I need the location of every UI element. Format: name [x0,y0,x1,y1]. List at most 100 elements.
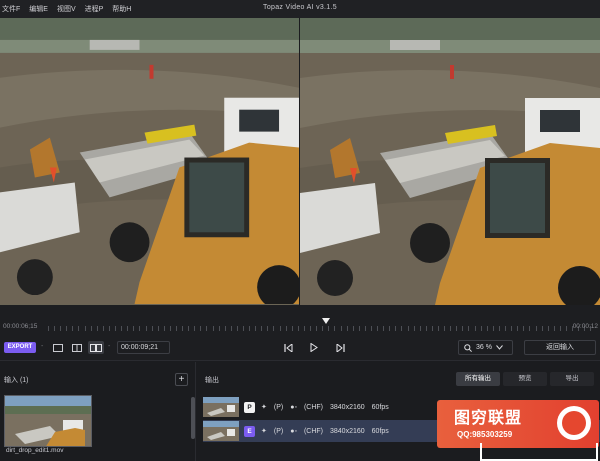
ruler-tick [212,326,214,331]
ruler-tick [565,326,567,331]
ruler-tick [559,326,561,331]
output-resolution: 3840x2160 [330,427,365,435]
ruler-tick [285,326,287,331]
ruler-tick [249,326,251,331]
codec-icon: ●◦ [290,427,297,435]
output-resolution: 3840x2160 [330,403,365,411]
ruler-tick [127,326,129,331]
ruler-tick [66,326,68,331]
side-by-side-icon [90,343,102,352]
single-view-button[interactable] [50,341,66,354]
ruler-tick [401,326,403,331]
zoom-icon [464,343,472,352]
export-badge: E [244,425,255,437]
ruler-tick [133,326,135,331]
ruler-tick [48,326,49,331]
ruler-tick [78,326,80,331]
ruler-tick [224,326,226,331]
app-window: 文件F 编辑E 视图V 进程P 帮助H Topaz Video AI v3.1.… [0,0,600,461]
play-button[interactable] [307,341,321,354]
ruler-tick [395,326,397,331]
ruler-tick [108,326,110,331]
ruler-tick [358,326,360,331]
output-thumbnail [203,421,239,441]
step-back-icon [283,343,292,352]
ruler-tick [267,326,269,331]
ruler-tick [511,326,513,331]
ruler-tick [310,326,312,331]
ruler-tick [194,326,196,331]
ruler-tick [261,326,263,331]
ruler-tick [72,326,74,331]
prev-frame-button[interactable] [281,341,295,354]
ruler-tick [328,326,330,331]
output-tabs: 所有输出 预览 导出 [453,372,594,386]
output-model: (P) [273,403,284,411]
ruler-tick [364,326,366,331]
ruler-tick [346,326,348,331]
input-scrollbar[interactable] [191,397,195,439]
ruler-tick [182,326,184,331]
ruler-tick [370,326,372,331]
tab-export[interactable]: 导出 [550,372,594,386]
ruler-tick [377,326,379,331]
ruler-tick [407,326,409,331]
ruler-tick [334,326,336,331]
input-thumbnail[interactable] [4,395,92,447]
watermark-banner: 图穷联盟 QQ:985303259 [437,400,599,448]
tab-preview[interactable]: 预览 [503,372,547,386]
ruler-tick [151,326,153,331]
model-icon: ✦ [261,404,267,411]
timeline-end-time: 00:00:12 [572,323,598,330]
separator: - [41,343,44,350]
ruler-tick [316,326,318,331]
ruler-tick [547,326,549,331]
step-forward-icon [336,343,345,352]
ruler-tick [218,326,220,331]
ruler-tick [431,326,433,331]
preview-area [0,18,600,305]
ruler-tick [206,326,208,331]
ruler-tick [188,326,190,331]
ruler-tick [486,326,488,331]
ruler-tick [498,326,500,331]
ruler-tick [157,326,159,331]
ruler-tick [322,326,324,331]
ruler-tick [90,326,92,331]
video-frame-original [0,18,299,305]
original-preview[interactable] [0,18,300,305]
output-fps: 60fps [371,427,389,435]
input-panel: 输入 (1) + dirt_drop_edit1.mov [0,362,196,461]
add-input-button[interactable]: + [175,373,188,386]
ruler-tick [96,326,98,331]
ruler-tick [139,326,141,331]
enhanced-preview[interactable] [300,18,600,305]
ruler-tick [541,326,543,331]
next-frame-button[interactable] [333,341,347,354]
timeline-ruler[interactable] [48,326,592,332]
ruler-tick [456,326,458,331]
ruler-tick [230,326,232,331]
ruler-tick [474,326,476,331]
output-model: (P) [273,427,284,435]
ruler-tick [444,326,446,331]
watermark-logo-icon [557,406,591,440]
split-view-button[interactable] [69,341,85,354]
timeline[interactable]: 00:00:06;15 00:00:12 [0,305,600,335]
ruler-tick [102,326,104,331]
export-button[interactable]: EXPORT [4,342,36,353]
playhead-handle[interactable] [322,318,330,324]
ruler-tick [255,326,257,331]
side-by-side-button[interactable] [88,341,104,354]
zoom-value: 36 % [476,344,492,351]
timecode-field[interactable]: 00:00:09;21 [117,341,170,354]
ruler-tick [175,326,177,331]
zoom-control[interactable]: 36 % [458,340,513,355]
input-file-name: dirt_drop_edit1.mov [6,447,64,454]
ruler-tick [273,326,275,331]
watermark-frame [480,443,598,461]
ruler-tick [236,326,238,331]
back-to-input-button[interactable]: 返回输入 [524,340,596,355]
ruler-tick [297,326,299,331]
tab-all-outputs[interactable]: 所有输出 [456,372,500,386]
